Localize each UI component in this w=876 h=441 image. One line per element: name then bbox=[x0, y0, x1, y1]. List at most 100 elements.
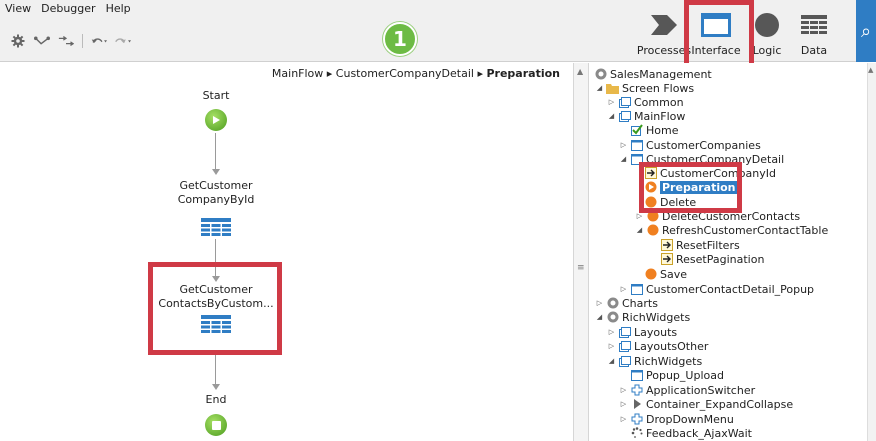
tab-data-label: Data bbox=[800, 44, 828, 57]
tree-label: Save bbox=[660, 267, 688, 281]
menu-debugger[interactable]: Debugger bbox=[36, 0, 100, 18]
tree-item-popup-upload[interactable]: Popup_Upload bbox=[630, 368, 724, 382]
action-icon bbox=[644, 268, 657, 280]
aggregate-node-highlight bbox=[148, 262, 282, 355]
tree-item-charts[interactable]: ▷ Charts bbox=[596, 296, 658, 310]
tree-item-layoutsother[interactable]: ▷ LayoutsOther bbox=[608, 339, 709, 353]
input-parameter-icon bbox=[660, 253, 673, 265]
connector-line bbox=[215, 133, 216, 171]
expand-icon[interactable]: ▷ bbox=[620, 285, 627, 293]
collapse-icon[interactable]: ◢ bbox=[608, 112, 615, 120]
tab-data[interactable]: Data bbox=[790, 0, 838, 62]
tree-item-screen-flows[interactable]: ◢ Screen Flows bbox=[596, 81, 694, 95]
tree-item-layouts[interactable]: ▷ Layouts bbox=[608, 325, 677, 339]
tree-item-common[interactable]: ▷ Common bbox=[608, 95, 684, 109]
merge-icon[interactable] bbox=[58, 34, 74, 48]
breadcrumb-current: Preparation bbox=[486, 67, 560, 80]
module-icon bbox=[606, 311, 619, 323]
tree-item-resetfilters[interactable]: ResetFilters bbox=[660, 238, 740, 252]
expand-icon[interactable]: ▷ bbox=[608, 342, 615, 350]
menu-help[interactable]: Help bbox=[101, 0, 136, 18]
flow-icon bbox=[618, 326, 631, 338]
expand-icon[interactable]: ▷ bbox=[596, 299, 603, 307]
connect-icon[interactable] bbox=[34, 34, 50, 48]
tree-label: ResetFilters bbox=[676, 238, 740, 252]
tree-label: Layouts bbox=[634, 325, 678, 339]
tree-item-resetpagination[interactable]: ResetPagination bbox=[660, 252, 764, 266]
flow-icon bbox=[618, 355, 631, 367]
node-get-company-label: GetCustomer CompanyById bbox=[136, 179, 296, 207]
screen-icon bbox=[630, 369, 643, 381]
expand-icon[interactable]: ▷ bbox=[620, 400, 627, 408]
tree-item-save[interactable]: Save bbox=[644, 267, 687, 281]
tree-label: LayoutsOther bbox=[634, 339, 709, 353]
flow-icon bbox=[618, 96, 631, 108]
undo-icon[interactable] bbox=[91, 34, 107, 48]
breadcrumb: MainFlow ▸ CustomerCompanyDetail ▸ Prepa… bbox=[272, 67, 560, 80]
tree-item-home[interactable]: Home bbox=[630, 123, 678, 137]
settings-icon[interactable] bbox=[10, 34, 26, 48]
tree-item-richwidgets-flow[interactable]: ◢ RichWidgets bbox=[608, 354, 702, 368]
search-icon[interactable]: ⌕ bbox=[856, 0, 876, 62]
tree-item-richwidgets-module[interactable]: ◢ RichWidgets bbox=[596, 310, 690, 324]
module-icon bbox=[606, 297, 619, 309]
tree-label: Container_ExpandCollapse bbox=[646, 397, 794, 411]
collapse-icon[interactable]: ◢ bbox=[620, 155, 627, 163]
expand-icon[interactable]: ▷ bbox=[608, 328, 615, 336]
expand-icon[interactable]: ▷ bbox=[620, 386, 627, 394]
panel-splitter[interactable]: ▲ ≡ bbox=[573, 63, 589, 441]
collapse-icon[interactable]: ◢ bbox=[608, 357, 615, 365]
menu-bar: View Debugger Help bbox=[0, 0, 136, 18]
tree-item-customercompanies[interactable]: ▷ CustomerCompanies bbox=[620, 138, 761, 152]
tree-item-container-expandcollapse[interactable]: ▷ Container_ExpandCollapse bbox=[620, 397, 793, 411]
connector-arrow bbox=[212, 169, 220, 175]
folder-icon bbox=[606, 82, 619, 94]
tree-label: SalesManagement bbox=[610, 67, 712, 81]
start-node-icon[interactable] bbox=[205, 109, 227, 131]
expand-icon[interactable]: ▷ bbox=[620, 415, 627, 423]
step-badge: 1 bbox=[383, 22, 417, 56]
tab-processes[interactable]: Processes bbox=[636, 0, 692, 62]
menu-view[interactable]: View bbox=[0, 0, 36, 18]
data-grid-icon bbox=[798, 12, 830, 38]
tab-processes-label: Processes bbox=[636, 44, 692, 57]
tree-item-applicationswitcher[interactable]: ▷ ApplicationSwitcher bbox=[620, 383, 755, 397]
input-parameter-icon bbox=[660, 239, 673, 251]
tree-item-feedback-ajaxwait[interactable]: Feedback_AjaxWait bbox=[630, 426, 752, 440]
tree-label: MainFlow bbox=[634, 109, 686, 123]
end-label: End bbox=[205, 393, 227, 406]
tree-label: Common bbox=[634, 95, 684, 109]
tree-item-module[interactable]: SalesManagement bbox=[594, 67, 712, 81]
block-icon bbox=[630, 384, 643, 396]
breadcrumb-path[interactable]: MainFlow ▸ CustomerCompanyDetail ▸ bbox=[272, 67, 487, 80]
processes-chevron-icon bbox=[648, 12, 680, 38]
block-icon bbox=[630, 413, 643, 425]
expand-icon[interactable]: ▷ bbox=[608, 98, 615, 106]
tree-item-refreshcustomercontacttable[interactable]: ◢ RefreshCustomerContactTable bbox=[636, 223, 828, 237]
flow-icon bbox=[618, 340, 631, 352]
tree-label: Screen Flows bbox=[622, 81, 695, 95]
spinner-icon bbox=[630, 427, 643, 439]
connector-line bbox=[215, 354, 216, 386]
tree-scrollbar[interactable]: ▲ bbox=[867, 63, 876, 441]
tree-label: Charts bbox=[622, 296, 658, 310]
expand-icon[interactable]: ▷ bbox=[620, 141, 627, 149]
preparation-item-highlight bbox=[639, 162, 742, 213]
collapse-icon[interactable]: ◢ bbox=[596, 313, 603, 321]
tree-item-dropdownmenu[interactable]: ▷ DropDownMenu bbox=[620, 412, 734, 426]
redo-icon[interactable] bbox=[115, 34, 131, 48]
flow-canvas[interactable]: MainFlow ▸ CustomerCompanyDetail ▸ Prepa… bbox=[0, 63, 572, 441]
tree-item-mainflow[interactable]: ◢ MainFlow bbox=[608, 109, 686, 123]
end-node-icon[interactable] bbox=[205, 414, 227, 436]
toolbar-icons bbox=[10, 34, 131, 48]
tree-item-customercontactdetail-popup[interactable]: ▷ CustomerContactDetail_Popup bbox=[620, 282, 814, 296]
expand-icon[interactable]: ▷ bbox=[636, 212, 643, 220]
tree-label: Popup_Upload bbox=[646, 368, 724, 382]
aggregate-icon[interactable] bbox=[201, 218, 231, 236]
tree-label: RefreshCustomerContactTable bbox=[662, 223, 829, 237]
collapse-icon[interactable]: ◢ bbox=[636, 226, 643, 234]
tree-label: CustomerCompanies bbox=[646, 138, 761, 152]
node-get-company-line2: CompanyById bbox=[177, 193, 255, 206]
flow-icon bbox=[618, 110, 631, 122]
collapse-icon[interactable]: ◢ bbox=[596, 84, 603, 92]
